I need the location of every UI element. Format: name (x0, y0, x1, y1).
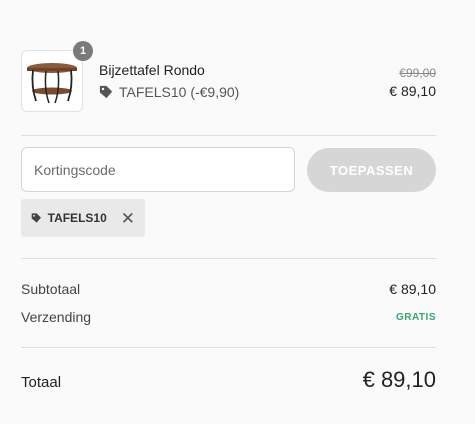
tag-icon (31, 213, 41, 223)
product-thumbnail (21, 50, 83, 112)
tag-icon (99, 85, 113, 99)
divider (21, 347, 436, 348)
subtotal-label: Subtotaal (21, 281, 81, 297)
product-discount: TAFELS10 (-€9,90) (99, 84, 239, 100)
applied-coupon-code: TAFELS10 (47, 211, 107, 225)
product-discount-text: TAFELS10 (-€9,90) (119, 84, 240, 100)
shipping-label: Verzending (21, 309, 92, 325)
original-price: €99,00 (399, 66, 436, 80)
applied-coupon-chip: TAFELS10 ✕ (21, 199, 145, 237)
remove-coupon-icon[interactable]: ✕ (121, 210, 135, 227)
discounted-price: € 89,10 (389, 83, 436, 99)
shipping-value: GRATIS (395, 312, 436, 323)
apply-coupon-button[interactable]: TOEPASSEN (307, 148, 436, 192)
coupon-input[interactable] (21, 147, 295, 192)
subtotal-value: € 89,10 (389, 281, 436, 297)
total-label: Totaal (21, 374, 62, 391)
divider (21, 258, 436, 259)
divider (21, 135, 436, 136)
total-value: € 89,10 (362, 367, 436, 392)
quantity-badge: 1 (73, 41, 93, 61)
side-table-image (27, 63, 77, 104)
product-name: Bijzettafel Rondo (99, 62, 205, 78)
